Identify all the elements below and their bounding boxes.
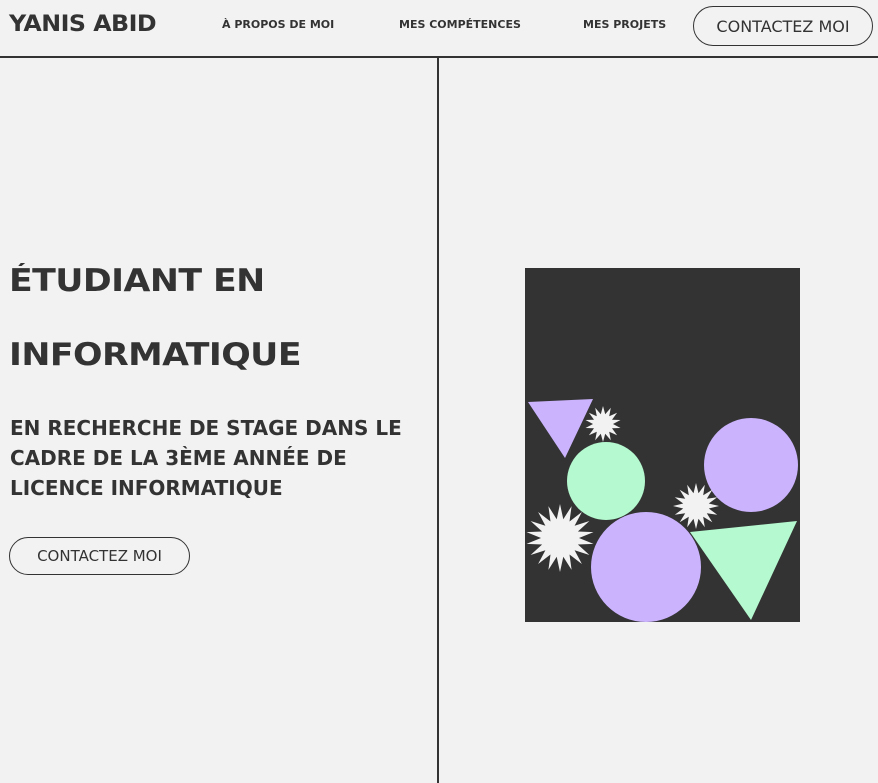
- page: YANIS ABID À PROPOS DE MOI MES COMPÉTENC…: [0, 0, 878, 783]
- hero-title: ÉTUDIANT EN INFORMATIQUE: [9, 244, 302, 392]
- purple-circle-right-icon: [704, 418, 798, 512]
- purple-circle-bottom-icon: [591, 512, 701, 622]
- hero-artwork: [525, 268, 800, 622]
- header-contact-button[interactable]: CONTACTEZ MOI: [693, 6, 873, 46]
- nav-link-projects[interactable]: MES PROJETS: [583, 18, 666, 31]
- vertical-divider: [437, 58, 439, 783]
- artwork-canvas: [525, 268, 800, 622]
- nav-link-about[interactable]: À PROPOS DE MOI: [222, 18, 334, 31]
- hero-contact-button[interactable]: CONTACTEZ MOI: [9, 537, 190, 575]
- hero-title-line-1: ÉTUDIANT EN: [9, 263, 265, 299]
- nav-link-skills[interactable]: MES COMPÉTENCES: [399, 18, 521, 31]
- white-starburst-medium-icon: [673, 483, 719, 529]
- mint-circle-icon: [567, 442, 645, 520]
- hero-title-line-2: INFORMATIQUE: [9, 337, 302, 373]
- brand-logo[interactable]: YANIS ABID: [9, 12, 157, 37]
- site-header: YANIS ABID À PROPOS DE MOI MES COMPÉTENC…: [0, 0, 878, 58]
- hero-subtitle: EN RECHERCHE DE STAGE DANS LE CADRE DE L…: [10, 416, 402, 500]
